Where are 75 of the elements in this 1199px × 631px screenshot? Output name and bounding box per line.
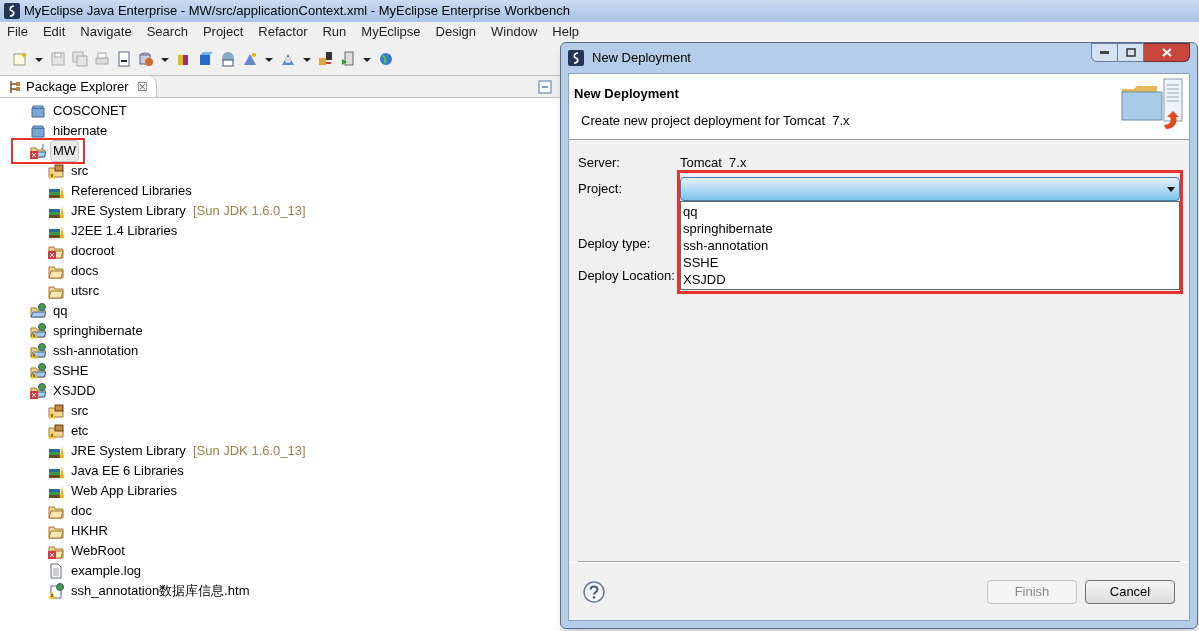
- close-button[interactable]: ☒: [136, 77, 148, 96]
- dialog-button[interactable]: Cancel: [1085, 579, 1175, 604]
- tree-item[interactable]: Referenced Libraries: [68, 180, 195, 202]
- view-title: Package Explorer: [26, 77, 129, 96]
- dropdown-caret-icon: [1167, 186, 1175, 192]
- menu-item[interactable]: Edit: [42, 22, 66, 42]
- run-server-icon[interactable]: [340, 50, 356, 67]
- tree-item[interactable]: etc: [68, 420, 92, 442]
- minimize-icon: [1100, 51, 1109, 54]
- menu-item[interactable]: Navigate: [80, 22, 132, 42]
- server-value: Tomcat 7.x: [680, 154, 747, 173]
- tree-item[interactable]: Java EE 6 Libraries: [68, 460, 187, 482]
- restore-icon: [1125, 48, 1136, 57]
- window-title: MyEclipse Java Enterprise - MW/src/applicationContext.xml - MyEclipse Enterprise Workbench: [24, 2, 570, 21]
- tree-item[interactable]: WebRoot: [68, 540, 128, 562]
- library-decoration: [Sun JDK 1.6.0_13]: [192, 442, 306, 461]
- dialog-title: New Deployment: [592, 49, 691, 68]
- close-button[interactable]: [1144, 43, 1190, 62]
- close-icon: [1161, 48, 1172, 57]
- dropdown-option[interactable]: qq: [681, 203, 1179, 220]
- menu-item[interactable]: Help: [552, 22, 580, 42]
- tree-item[interactable]: utsrc: [68, 280, 103, 302]
- tree-item[interactable]: J2EE 1.4 Libraries: [68, 220, 181, 242]
- library-decoration: [Sun JDK 1.6.0_13]: [192, 202, 306, 221]
- tree-item[interactable]: HKHR: [68, 520, 111, 542]
- tree-item[interactable]: JRE System Library: [68, 440, 189, 462]
- tree-item[interactable]: ssh_annotation数据库信息.htm: [68, 580, 253, 602]
- dropdown-option[interactable]: SSHE: [681, 254, 1179, 271]
- tree-view-icon: [8, 79, 22, 94]
- menu-item[interactable]: MyEclipse: [361, 22, 421, 42]
- binary-file-icon[interactable]: [116, 50, 132, 67]
- field-label: Server:: [578, 154, 621, 173]
- menu-item[interactable]: File: [7, 22, 28, 42]
- field-label: Project:: [578, 180, 624, 199]
- collapse-all-icon[interactable]: [538, 79, 552, 94]
- tree-item[interactable]: doc: [68, 500, 95, 522]
- server-icon[interactable]: [318, 50, 334, 67]
- maximize-button[interactable]: [1118, 43, 1144, 62]
- tree-item[interactable]: COSCONET: [50, 100, 130, 122]
- tree-item[interactable]: src: [68, 400, 92, 422]
- field-label: Deploy type:: [578, 235, 652, 254]
- menu-item[interactable]: Project: [202, 22, 244, 42]
- app-logo-icon: [568, 50, 584, 66]
- cube-icon[interactable]: [198, 50, 214, 67]
- tree-item[interactable]: docroot: [68, 240, 118, 262]
- tree-item[interactable]: example.log: [68, 560, 145, 582]
- dropdown-option[interactable]: XSJDD: [681, 271, 1179, 288]
- minimize-button[interactable]: [1091, 43, 1118, 62]
- tree-item[interactable]: JRE System Library: [68, 200, 189, 222]
- wizard-icon[interactable]: [242, 50, 258, 67]
- help-icon[interactable]: [583, 580, 605, 603]
- page-description: Create new project deployment for Tomcat 7.x: [580, 111, 850, 130]
- menu-item[interactable]: Window: [491, 22, 538, 42]
- database-icon[interactable]: [138, 50, 154, 67]
- field-label: Deploy Location:: [578, 267, 676, 286]
- menu-item[interactable]: Design: [435, 22, 477, 42]
- tree-item[interactable]: MW: [50, 140, 80, 162]
- tree-item[interactable]: docs: [68, 260, 102, 282]
- tree-item[interactable]: XSJDD: [50, 380, 99, 402]
- tree-item[interactable]: qq: [50, 300, 71, 322]
- tree-item[interactable]: hibernate: [50, 120, 111, 142]
- menu-item[interactable]: Search: [146, 22, 188, 42]
- dropdown-option[interactable]: ssh-annotation: [681, 237, 1179, 254]
- tree-item[interactable]: ssh-annotation: [50, 340, 142, 362]
- dropdown-option[interactable]: springhibernate: [681, 220, 1179, 237]
- menu-item[interactable]: Run: [322, 22, 347, 42]
- tree-item[interactable]: Web App Libraries: [68, 480, 180, 502]
- tree-item[interactable]: SSHE: [50, 360, 92, 382]
- menu-item[interactable]: Refactor: [258, 22, 308, 42]
- tree-item[interactable]: springhibernate: [50, 320, 146, 342]
- page-heading: New Deployment: [574, 85, 680, 103]
- view-tab[interactable]: Package Explorer ☒: [0, 76, 157, 97]
- app-logo-icon: [4, 3, 20, 19]
- project-dropdown[interactable]: [680, 177, 1180, 201]
- tree-item[interactable]: src: [68, 160, 92, 182]
